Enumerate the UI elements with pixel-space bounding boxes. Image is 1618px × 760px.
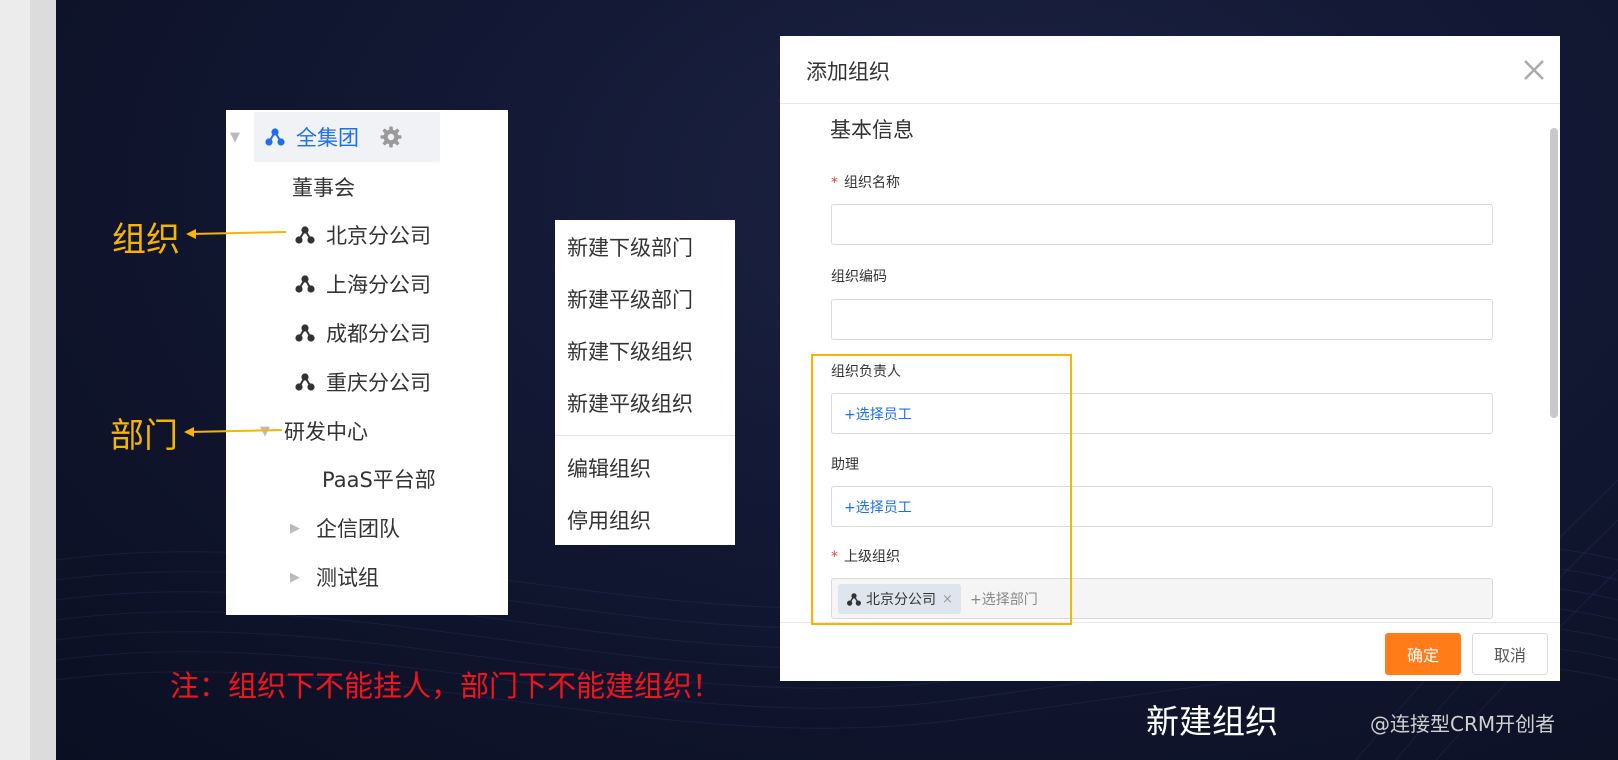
menu-item-disable-org[interactable]: 停用组织 bbox=[567, 505, 651, 535]
required-mark: * bbox=[831, 175, 838, 191]
tree-root-caret[interactable]: ▼ bbox=[230, 122, 240, 152]
tree-item-label: 北京分公司 bbox=[326, 224, 431, 248]
annotation-org: 组织 bbox=[112, 220, 180, 260]
page-left-strip bbox=[30, 0, 56, 760]
org-code-label: 组织编码 bbox=[831, 269, 887, 285]
annotation-dept: 部门 bbox=[110, 416, 178, 456]
tree-item-chengdu[interactable]: 成都分公司 bbox=[294, 318, 431, 348]
org-name-label: * 组织名称 bbox=[831, 175, 900, 191]
menu-item-new-sibling-org[interactable]: 新建平级组织 bbox=[567, 388, 693, 418]
tree-item-label: 测试组 bbox=[316, 566, 379, 590]
watermark: @连接型CRM开创者 bbox=[1370, 712, 1556, 736]
caret-right-icon[interactable]: ▶ bbox=[290, 570, 300, 585]
org-structure-icon bbox=[265, 128, 285, 146]
org-name-input[interactable] bbox=[831, 204, 1493, 245]
note-text: 注：组织下不能挂人，部门下不能建组织！ bbox=[170, 669, 722, 703]
dialog-scrollbar[interactable] bbox=[1550, 128, 1558, 418]
tree-item-label: 董事会 bbox=[292, 176, 355, 200]
org-code-input[interactable] bbox=[831, 299, 1493, 340]
tree-root-node[interactable]: 全集团 bbox=[254, 112, 440, 162]
menu-item-edit-org[interactable]: 编辑组织 bbox=[567, 453, 651, 483]
tree-item-label: 成都分公司 bbox=[326, 322, 431, 346]
tree-item-label: 企信团队 bbox=[316, 517, 400, 541]
org-structure-icon bbox=[295, 324, 315, 342]
dialog-header: 添加组织 bbox=[780, 36, 1560, 104]
tree-item-label: 研发中心 bbox=[284, 420, 368, 444]
menu-divider bbox=[555, 435, 735, 436]
dialog-footer: 确定 取消 bbox=[780, 622, 1560, 681]
caret-down-icon[interactable]: ▼ bbox=[230, 130, 240, 145]
annotation-dept-arrow bbox=[184, 427, 283, 437]
highlight-frame bbox=[811, 354, 1072, 625]
section-title: 基本信息 bbox=[830, 118, 914, 142]
gear-icon[interactable] bbox=[379, 125, 403, 149]
org-structure-icon bbox=[295, 275, 315, 293]
tree-item-beijing[interactable]: 北京分公司 bbox=[294, 220, 431, 250]
menu-item-new-child-dept[interactable]: 新建下级部门 bbox=[567, 232, 693, 262]
menu-item-new-sibling-dept[interactable]: 新建平级部门 bbox=[567, 284, 693, 314]
close-icon[interactable] bbox=[1520, 56, 1548, 84]
tree-item-qixin-team[interactable]: ▶ 企信团队 bbox=[290, 513, 400, 543]
org-structure-icon bbox=[295, 226, 315, 244]
tree-item-chongqing[interactable]: 重庆分公司 bbox=[294, 367, 431, 397]
slide-caption: 新建组织 bbox=[1146, 702, 1278, 741]
tree-item-label: 重庆分公司 bbox=[326, 371, 431, 395]
caret-right-icon[interactable]: ▶ bbox=[290, 521, 300, 536]
tree-item-label: PaaS平台部 bbox=[322, 468, 436, 492]
cancel-button[interactable]: 取消 bbox=[1472, 633, 1548, 675]
tree-item-shanghai[interactable]: 上海分公司 bbox=[294, 269, 431, 299]
org-tree-panel: ▼ 全集团 董事会 北京分公司 上海分公司 成都分公司 重庆分公司 研发中心 P… bbox=[226, 110, 508, 615]
org-structure-icon bbox=[295, 373, 315, 391]
confirm-button[interactable]: 确定 bbox=[1385, 633, 1461, 675]
tree-item-board[interactable]: 董事会 bbox=[292, 172, 355, 202]
menu-item-new-child-org[interactable]: 新建下级组织 bbox=[567, 336, 693, 366]
tree-root-label: 全集团 bbox=[296, 126, 359, 150]
annotation-org-arrow bbox=[186, 229, 287, 239]
tree-item-test-group[interactable]: ▶ 测试组 bbox=[290, 562, 379, 592]
tree-item-paas[interactable]: PaaS平台部 bbox=[322, 464, 436, 494]
context-menu: 新建下级部门 新建平级部门 新建下级组织 新建平级组织 编辑组织 停用组织 bbox=[555, 220, 735, 545]
dialog-title: 添加组织 bbox=[806, 60, 890, 84]
tree-item-label: 上海分公司 bbox=[326, 273, 431, 297]
